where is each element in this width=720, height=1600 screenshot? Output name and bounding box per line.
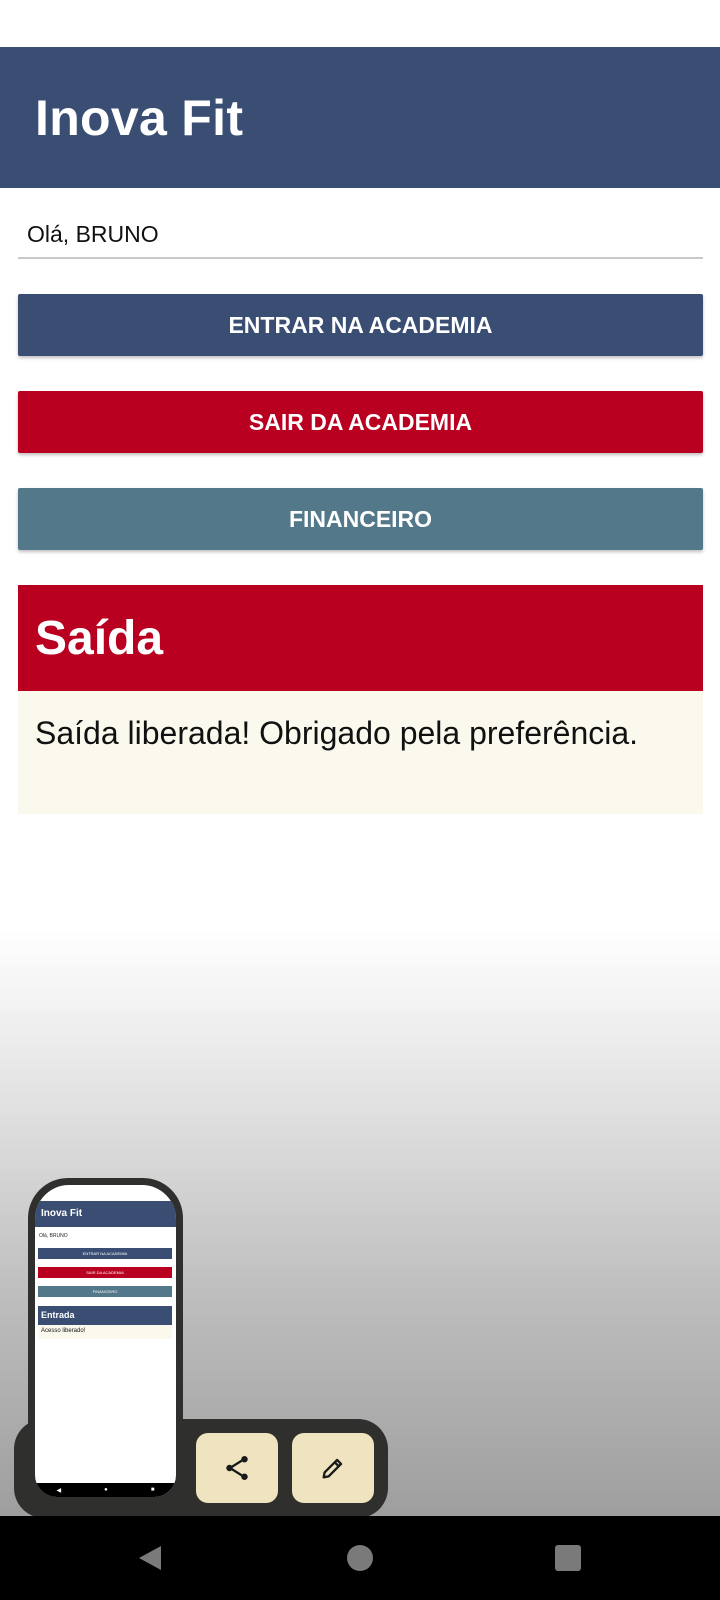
preview-finance-button: FINANCEIRO	[38, 1286, 172, 1297]
enter-gym-button[interactable]: ENTRAR NA ACADEMIA	[18, 294, 703, 356]
status-card-message: Saída liberada! Obrigado pela preferênci…	[35, 715, 639, 751]
preview-card-message: Acesso liberado!	[38, 1325, 172, 1339]
status-card-header: Saída	[18, 585, 703, 691]
preview-enter-button: ENTRAR NA ACADEMIA	[38, 1248, 172, 1259]
greeting-field: Olá, BRUNO	[18, 211, 703, 259]
app-title: Inova Fit	[35, 89, 244, 146]
home-button[interactable]	[315, 1516, 405, 1600]
share-icon	[226, 1456, 248, 1480]
greeting-text: Olá, BRUNO	[27, 220, 159, 247]
system-nav-bar	[0, 1516, 720, 1600]
preview-nav-bar: ◀ ● ■	[35, 1483, 176, 1497]
recent-apps-icon	[555, 1545, 581, 1571]
back-button[interactable]	[105, 1516, 195, 1600]
status-bar	[0, 0, 720, 47]
pencil-icon	[322, 1458, 343, 1479]
screenshot-preview-thumbnail[interactable]: Inova Fit Olá, BRUNO ENTRAR NA ACADEMIA …	[28, 1178, 183, 1504]
recent-apps-button[interactable]	[523, 1516, 613, 1600]
status-card-title: Saída	[35, 611, 164, 665]
status-card-body: Saída liberada! Obrigado pela preferênci…	[18, 691, 703, 814]
app-bar: Inova Fit	[0, 47, 720, 188]
screenshot-preview-screen: Inova Fit Olá, BRUNO ENTRAR NA ACADEMIA …	[35, 1185, 176, 1497]
home-icon	[347, 1545, 373, 1571]
finance-button[interactable]: FINANCEIRO	[18, 488, 703, 550]
preview-back-icon: ◀	[56, 1487, 62, 1494]
share-button[interactable]	[196, 1433, 278, 1503]
preview-home-icon: ●	[104, 1487, 108, 1493]
preview-card-title: Entrada	[38, 1306, 172, 1325]
preview-greeting: Olá, BRUNO	[39, 1233, 68, 1239]
preview-exit-button: SAIR DA ACADEMIA	[38, 1267, 172, 1278]
status-card: Saída Saída liberada! Obrigado pela pref…	[18, 585, 703, 814]
preview-recent-icon: ■	[150, 1487, 155, 1493]
back-icon	[139, 1546, 161, 1570]
edit-button[interactable]	[292, 1433, 374, 1503]
preview-app-title: Inova Fit	[35, 1201, 176, 1227]
exit-gym-button[interactable]: SAIR DA ACADEMIA	[18, 391, 703, 453]
